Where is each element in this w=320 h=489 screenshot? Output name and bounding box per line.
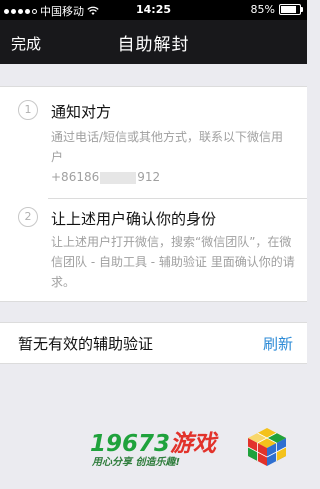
battery-fill [281, 6, 296, 13]
battery-icon [279, 4, 303, 15]
phone-suffix: 912 [137, 170, 161, 184]
step-description: 通过电话/短信或其他方式，联系以下微信用户 [51, 130, 284, 164]
step-title: 通知对方 [51, 103, 112, 121]
step-title: 让上述用户确认你的身份 [51, 210, 217, 228]
rubiks-cube-logo-icon [247, 428, 287, 466]
step-number-badge: 1 [18, 100, 38, 120]
assisted-verification-row: 暂无有效的辅助验证 刷新 [0, 322, 307, 364]
battery-percent: 85% [250, 3, 275, 16]
refresh-button[interactable]: 刷新 [263, 333, 293, 354]
status-bar: 中国移动 14:25 85% [0, 0, 307, 20]
site-watermark: 19673游戏 用心分享 创造乐趣! [90, 424, 300, 484]
page-title: 自助解封 [117, 35, 190, 55]
step-notify: 1 通知对方 通过电话/短信或其他方式，联系以下微信用户 +86186 912 [0, 87, 307, 198]
watermark-slogan: 用心分享 创造乐趣! [92, 457, 181, 468]
step-description: 让上述用户打开微信，搜索“微信团队”，在微信团队 - 自助工具 - 辅助验证 里… [51, 235, 295, 289]
contact-phone: +86186 912 [51, 170, 160, 184]
verification-status: 暂无有效的辅助验证 [18, 335, 154, 353]
status-right: 85% [250, 3, 303, 16]
step-confirm-identity: 2 让上述用户确认你的身份 让上述用户打开微信，搜索“微信团队”，在微信团队 -… [0, 199, 307, 301]
navigation-bar: 完成 自助解封 [0, 20, 307, 64]
phone-prefix: +86186 [51, 170, 100, 184]
step-number-badge: 2 [18, 207, 38, 227]
phone-redaction [100, 171, 137, 184]
steps-card: 1 通知对方 通过电话/短信或其他方式，联系以下微信用户 +86186 912 2… [0, 86, 307, 302]
